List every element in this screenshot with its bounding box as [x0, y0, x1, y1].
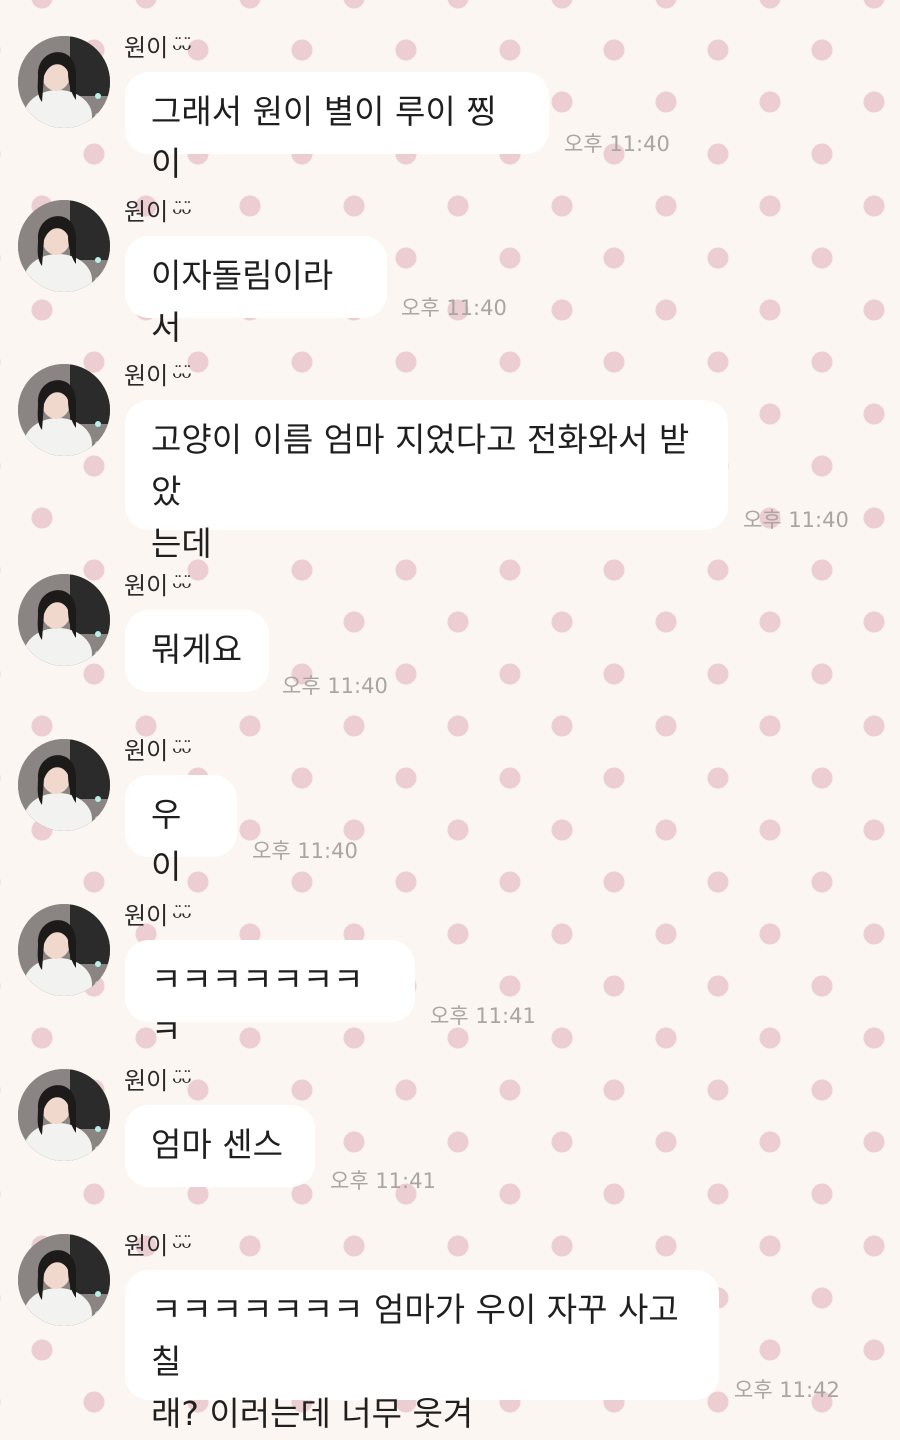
- sender-emoji: ᴗ̈ᴗ̈: [172, 573, 192, 593]
- profile-photo-icon: [18, 36, 110, 128]
- sender-avatar[interactable]: [18, 574, 110, 666]
- message-time: 오후 11:40: [564, 132, 670, 156]
- message-bubble[interactable]: 이자돌림이라서: [125, 236, 387, 347]
- message-text: 뭐게요: [151, 630, 243, 669]
- message-row: 원이 ᴗ̈ᴗ̈ ㅋㅋㅋㅋㅋㅋㅋ 엄마가 우이 자꾸 사고칠 래? 이러는데 너무…: [0, 1226, 900, 1433]
- message-row: 원이 ᴗ̈ᴗ̈ 이자돌림이라서 오후 11:40: [0, 192, 900, 347]
- message-row: 원이 ᴗ̈ᴗ̈ ㅋㅋㅋㅋㅋㅋㅋㅋ 오후 11:41: [0, 896, 900, 1051]
- sender-name: 원이: [124, 901, 169, 930]
- sender-emoji: ᴗ̈ᴗ̈: [172, 738, 192, 758]
- sender-header: 원이 ᴗ̈ᴗ̈: [124, 1061, 192, 1095]
- profile-photo-icon: [18, 574, 110, 666]
- message-text-line: 고양이 이름 엄마 지었다고 전화와서 받았: [151, 420, 690, 511]
- sender-name: 원이: [124, 361, 169, 390]
- message-text: ㅋㅋㅋㅋㅋㅋㅋㅋ: [151, 960, 364, 1051]
- message-text-line: ㅋㅋㅋㅋㅋㅋㅋ 엄마가 우이 자꾸 사고칠: [151, 1290, 679, 1381]
- sender-header: 원이 ᴗ̈ᴗ̈: [124, 896, 192, 930]
- profile-photo-icon: [18, 739, 110, 831]
- message-time: 오후 11:41: [430, 1004, 536, 1028]
- sender-name: 원이: [124, 1231, 169, 1260]
- message-bubble[interactable]: 우이: [125, 775, 237, 886]
- message-row: 원이 ᴗ̈ᴗ̈ 그래서 원이 별이 루이 찡이 오후 11:40: [0, 28, 900, 183]
- message-bubble[interactable]: ㅋㅋㅋㅋㅋㅋㅋㅋ: [125, 940, 415, 1051]
- message-bubble[interactable]: 고양이 이름 엄마 지었다고 전화와서 받았 는데: [125, 400, 728, 563]
- message-row: 원이 ᴗ̈ᴗ̈ 고양이 이름 엄마 지었다고 전화와서 받았 는데 오후 11:…: [0, 356, 900, 563]
- message-row: 원이 ᴗ̈ᴗ̈ 엄마 센스 오후 11:41: [0, 1061, 900, 1193]
- message-time: 오후 11:41: [330, 1169, 436, 1193]
- message-text-line: 는데: [151, 524, 212, 563]
- sender-name: 원이: [124, 197, 169, 226]
- sender-header: 원이 ᴗ̈ᴗ̈: [124, 566, 192, 600]
- sender-avatar[interactable]: [18, 36, 110, 128]
- message-row: 원이 ᴗ̈ᴗ̈ 뭐게요 오후 11:40: [0, 566, 900, 698]
- sender-emoji: ᴗ̈ᴗ̈: [172, 903, 192, 923]
- profile-photo-icon: [18, 200, 110, 292]
- profile-photo-icon: [18, 1069, 110, 1161]
- sender-header: 원이 ᴗ̈ᴗ̈: [124, 356, 192, 390]
- message-bubble[interactable]: 뭐게요: [125, 610, 269, 692]
- profile-photo-icon: [18, 904, 110, 996]
- message-text: 이자돌림이라서: [151, 256, 334, 347]
- profile-photo-icon: [18, 1234, 110, 1326]
- sender-avatar[interactable]: [18, 739, 110, 831]
- sender-emoji: ᴗ̈ᴗ̈: [172, 35, 192, 55]
- message-time: 오후 11:40: [743, 508, 849, 532]
- message-time: 오후 11:40: [401, 296, 507, 320]
- sender-avatar[interactable]: [18, 1069, 110, 1161]
- sender-avatar[interactable]: [18, 1234, 110, 1326]
- sender-name: 원이: [124, 1066, 169, 1095]
- sender-name: 원이: [124, 736, 169, 765]
- message-text: 그래서 원이 별이 루이 찡이: [151, 92, 497, 183]
- message-bubble[interactable]: 그래서 원이 별이 루이 찡이: [125, 72, 549, 183]
- sender-avatar[interactable]: [18, 904, 110, 996]
- message-bubble[interactable]: 엄마 센스: [125, 1105, 315, 1187]
- message-time: 오후 11:40: [282, 674, 388, 698]
- message-row: 원이 ᴗ̈ᴗ̈ 우이 오후 11:40: [0, 731, 900, 886]
- sender-emoji: ᴗ̈ᴗ̈: [172, 199, 192, 219]
- message-time: 오후 11:40: [252, 839, 358, 863]
- message-text-line: 래? 이러는데 너무 웃겨: [151, 1394, 474, 1433]
- chat-thread: 원이 ᴗ̈ᴗ̈ 그래서 원이 별이 루이 찡이 오후 11:40 원이 ᴗ̈ᴗ̈: [0, 0, 900, 1433]
- sender-emoji: ᴗ̈ᴗ̈: [172, 1233, 192, 1253]
- sender-header: 원이 ᴗ̈ᴗ̈: [124, 1226, 192, 1260]
- sender-emoji: ᴗ̈ᴗ̈: [172, 363, 192, 383]
- sender-header: 원이 ᴗ̈ᴗ̈: [124, 28, 192, 62]
- message-text: 우이: [151, 795, 182, 886]
- sender-header: 원이 ᴗ̈ᴗ̈: [124, 192, 192, 226]
- sender-name: 원이: [124, 571, 169, 600]
- sender-name: 원이: [124, 33, 169, 62]
- sender-header: 원이 ᴗ̈ᴗ̈: [124, 731, 192, 765]
- message-time: 오후 11:42: [734, 1378, 840, 1402]
- message-text: 엄마 센스: [151, 1125, 283, 1164]
- sender-emoji: ᴗ̈ᴗ̈: [172, 1068, 192, 1088]
- message-bubble[interactable]: ㅋㅋㅋㅋㅋㅋㅋ 엄마가 우이 자꾸 사고칠 래? 이러는데 너무 웃겨: [125, 1270, 719, 1433]
- sender-avatar[interactable]: [18, 364, 110, 456]
- profile-photo-icon: [18, 364, 110, 456]
- sender-avatar[interactable]: [18, 200, 110, 292]
